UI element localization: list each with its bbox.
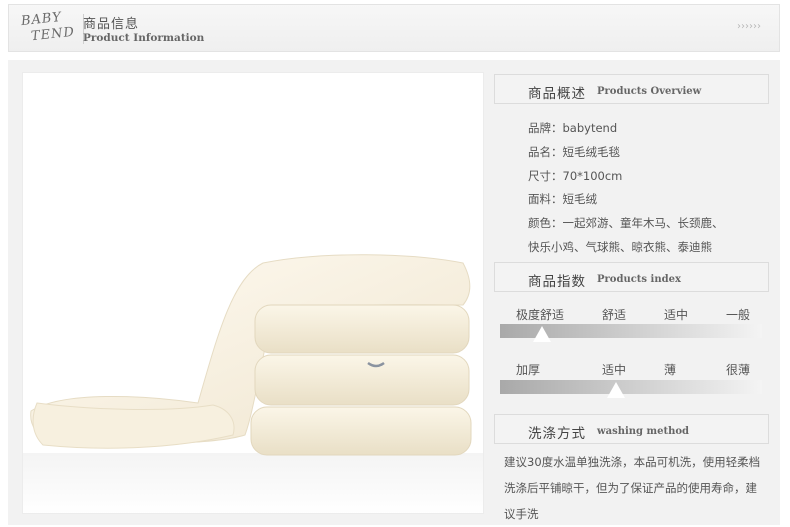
index-section-header: 商品指数 Products index: [494, 262, 769, 292]
comfort-scale-labels: 极度舒适 舒适 适中 一般: [494, 306, 769, 322]
washing-section-header: 洗涤方式 washing method: [494, 414, 769, 444]
thickness-label: 适中: [602, 363, 627, 377]
thickness-label: 很薄: [726, 363, 751, 377]
header-title-en: Product Information: [83, 32, 205, 44]
header-title-cn: 商品信息: [83, 17, 140, 32]
product-panel: 商品概述 Products Overview 品牌：babytend 品名：短毛…: [8, 60, 780, 525]
thickness-marker-icon: [607, 382, 625, 398]
thickness-label: 薄: [664, 363, 677, 377]
spec-color: 颜色：一起郊游、童年木马、长颈鹿、: [528, 216, 724, 230]
washing-instructions: 建议30度水温单独洗涤，本品可机洗，使用轻柔档洗涤后平铺晾干，但为了保证产品的使…: [504, 455, 761, 521]
spec-name: 品名：短毛绒毛毯: [528, 145, 620, 159]
spec-size: 尺寸：70*100cm: [528, 169, 623, 183]
spec-fabric: 面料：短毛绒: [528, 192, 597, 206]
babytend-logo: BABY TEND: [20, 10, 84, 46]
folded-blanket-image: [23, 254, 483, 513]
thickness-scale-bar: [500, 380, 762, 394]
chevron-right-icon: ››››››: [737, 21, 761, 32]
thickness-label: 加厚: [516, 363, 541, 377]
comfort-label: 一般: [726, 308, 751, 322]
comfort-label: 适中: [664, 308, 689, 322]
comfort-marker-icon: [533, 326, 551, 342]
product-info-header: BABY TEND 商品信息 Product Information ›››››…: [8, 4, 780, 52]
spec-brand: 品牌：babytend: [528, 121, 618, 135]
comfort-label: 极度舒适: [516, 308, 565, 322]
spec-color-cont: 快乐小鸡、气球熊、晾衣熊、泰迪熊: [528, 240, 712, 254]
comfort-label: 舒适: [602, 308, 627, 322]
product-photo: [22, 72, 484, 514]
overview-section-header: 商品概述 Products Overview: [494, 74, 769, 104]
thickness-scale-labels: 加厚 适中 薄 很薄: [494, 361, 769, 377]
